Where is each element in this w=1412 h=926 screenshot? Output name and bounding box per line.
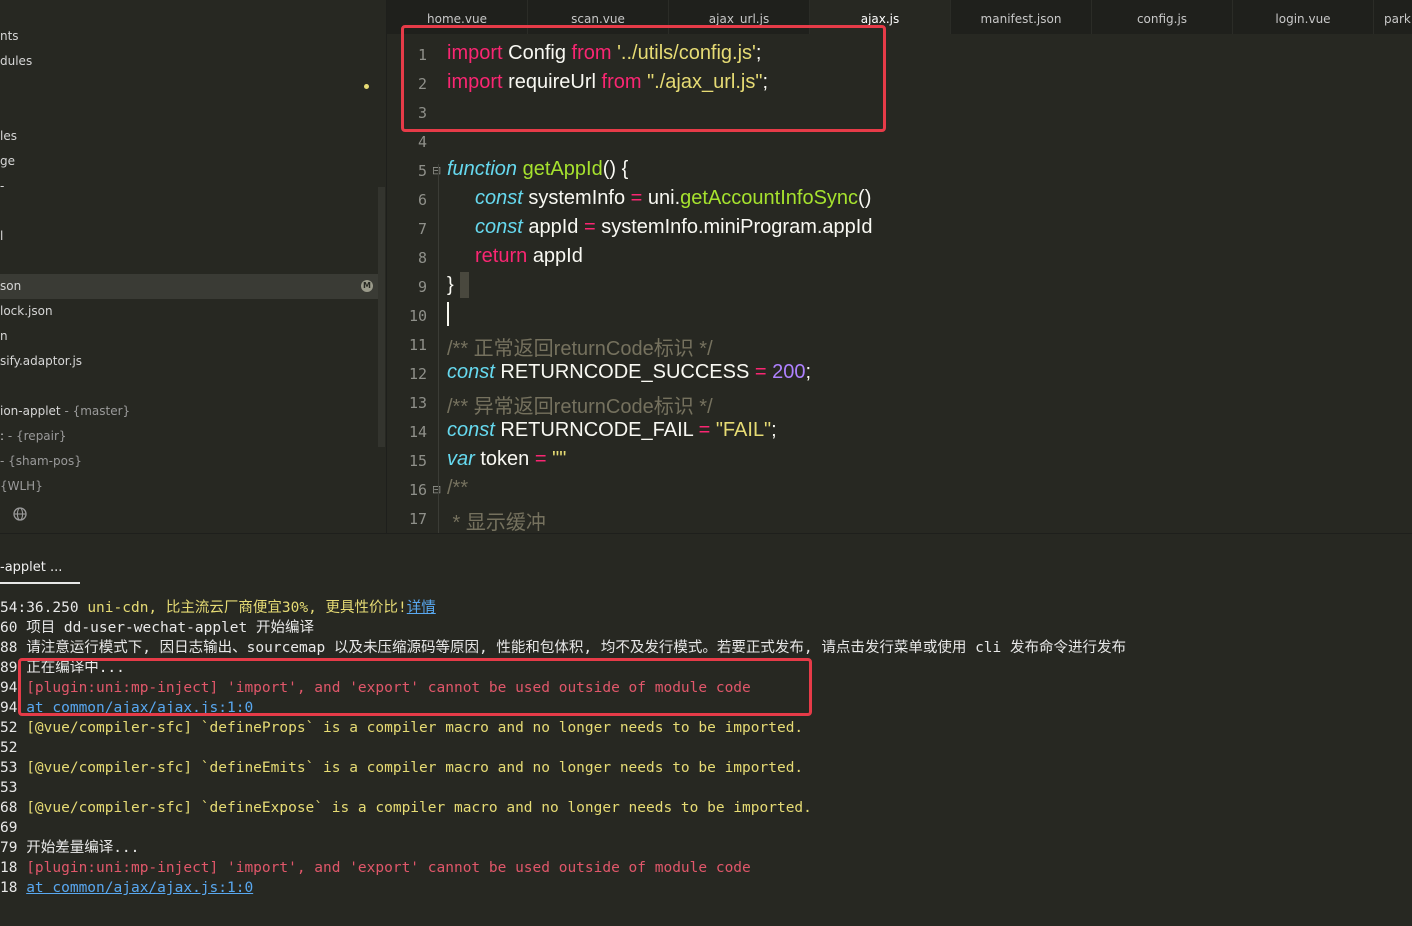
sidebar-item[interactable]: - [0,174,4,198]
code-line-8: return appId [475,245,583,267]
console-line-error: 18 [plugin:uni:mp-inject] 'import', and … [0,860,751,876]
code-line-17: * 显示缓冲 [447,512,546,533]
project-item[interactable]: - {sham-pos} [0,449,82,473]
fold-toggle-icon[interactable]: ⊟ [432,164,441,177]
globe-icon[interactable] [12,506,28,522]
sidebar-item[interactable]: dules [0,49,32,73]
console-line: 88 请注意运行模式下, 因日志输出、sourcemap 以及未压缩源码等原因,… [0,640,1126,656]
project-item[interactable]: : - {repair} [0,424,67,448]
code-line-11: /** 正常返回returnCode标识 */ [447,338,713,360]
tab-manifest-json[interactable]: manifest.json [951,0,1092,34]
line-number: 8 [417,249,427,267]
line-number: 4 [417,133,427,151]
sidebar-item[interactable]: ge [0,149,15,173]
line-number: 14 [408,423,427,441]
project-branch: - {repair} [7,429,67,443]
sidebar-item[interactable]: l [0,224,3,248]
console-line: 18 at common/ajax/ajax.js:1:0 [0,880,254,896]
sidebar-selected-row[interactable] [0,274,378,299]
line-number: 7 [417,220,427,238]
tab-config-js[interactable]: config.js [1092,0,1233,34]
code-line-7: const appId = systemInfo.miniProgram.app… [475,216,873,238]
sidebar-item[interactable]: sify.adaptor.js [0,349,82,373]
console-line: 54:36.250 uni-cdn, 比主流云厂商便宜30%, 更具性价比!详情 [0,600,436,616]
project-item[interactable]: ion-applet - {master} [0,399,130,423]
code-line-13: /** 异常返回returnCode标识 */ [447,396,713,418]
sidebar-item[interactable]: les [0,124,17,148]
sidebar-item-selected[interactable]: son [0,274,21,298]
modified-badge: M [361,280,373,292]
sidebar-item[interactable]: nts [0,24,19,48]
console-line-warning: 53 [@vue/compiler-sfc] `defineEmits` is … [0,760,804,776]
line-number: 15 [408,452,427,470]
code-line-9: } [447,274,454,296]
console-line: 79 开始差量编译... [0,840,140,856]
console-tab[interactable]: -applet ... [0,560,62,575]
project-branch: - {master} [60,404,131,418]
console-tab-underline [0,582,80,584]
sidebar-scrollbar[interactable] [378,187,385,447]
error-highlight-box [18,658,812,716]
sidebar-item[interactable]: n [0,324,8,348]
unsaved-dot-icon [364,84,369,89]
code-line-6: const systemInfo = uni.getAccountInfoSyn… [475,187,872,209]
code-line-5: function getAppId() { [447,158,629,180]
line-number: 10 [408,307,427,325]
indent-guide [438,164,439,533]
import-highlight-box [401,25,886,132]
line-number: 9 [417,278,427,296]
fold-toggle-icon[interactable]: ⊟ [432,483,441,496]
details-link[interactable]: 详情 [407,600,436,616]
code-line-16: /** [447,477,469,499]
line-number: 11 [408,336,427,354]
line-number: 6 [417,191,427,209]
code-line-14: const RETURNCODE_FAIL = "FAIL"; [447,419,777,441]
text-cursor [447,302,449,326]
project-name: : [0,429,8,443]
project-item[interactable]: {WLH} [0,474,43,498]
console-line: 53 [0,780,18,796]
bracket-match-highlight [460,272,469,298]
project-branch: - {sham-pos} [0,454,82,468]
tab-park[interactable]: park [1374,0,1412,34]
code-line-12: const RETURNCODE_SUCCESS = 200; [447,361,812,383]
line-number: 17 [408,510,427,528]
console-line-warning: 52 [@vue/compiler-sfc] `defineProps` is … [0,720,804,736]
console-panel: -applet ... 54:36.250 uni-cdn, 比主流云厂商便宜3… [0,533,1412,926]
line-number: 16 [408,481,427,499]
project-branch: {WLH} [0,479,43,493]
sidebar-item[interactable]: lock.json [0,299,53,323]
error-location-link[interactable]: at common/ajax/ajax.js:1:0 [26,880,253,896]
project-sidebar: nts dules les ge - l son M lock.json n s… [0,0,386,533]
console-line: 69 [0,820,18,836]
line-number: 12 [408,365,427,383]
console-line-warning: 68 [@vue/compiler-sfc] `defineExpose` is… [0,800,812,816]
console-line: 52 [0,740,18,756]
line-number: 5 [417,162,427,180]
tab-login-vue[interactable]: login.vue [1233,0,1374,34]
project-name: ion-applet [0,404,61,418]
console-line: 60 项目 dd-user-wechat-applet 开始编译 [0,620,314,636]
code-line-15: var token = "" [447,448,567,470]
line-number: 13 [408,394,427,412]
